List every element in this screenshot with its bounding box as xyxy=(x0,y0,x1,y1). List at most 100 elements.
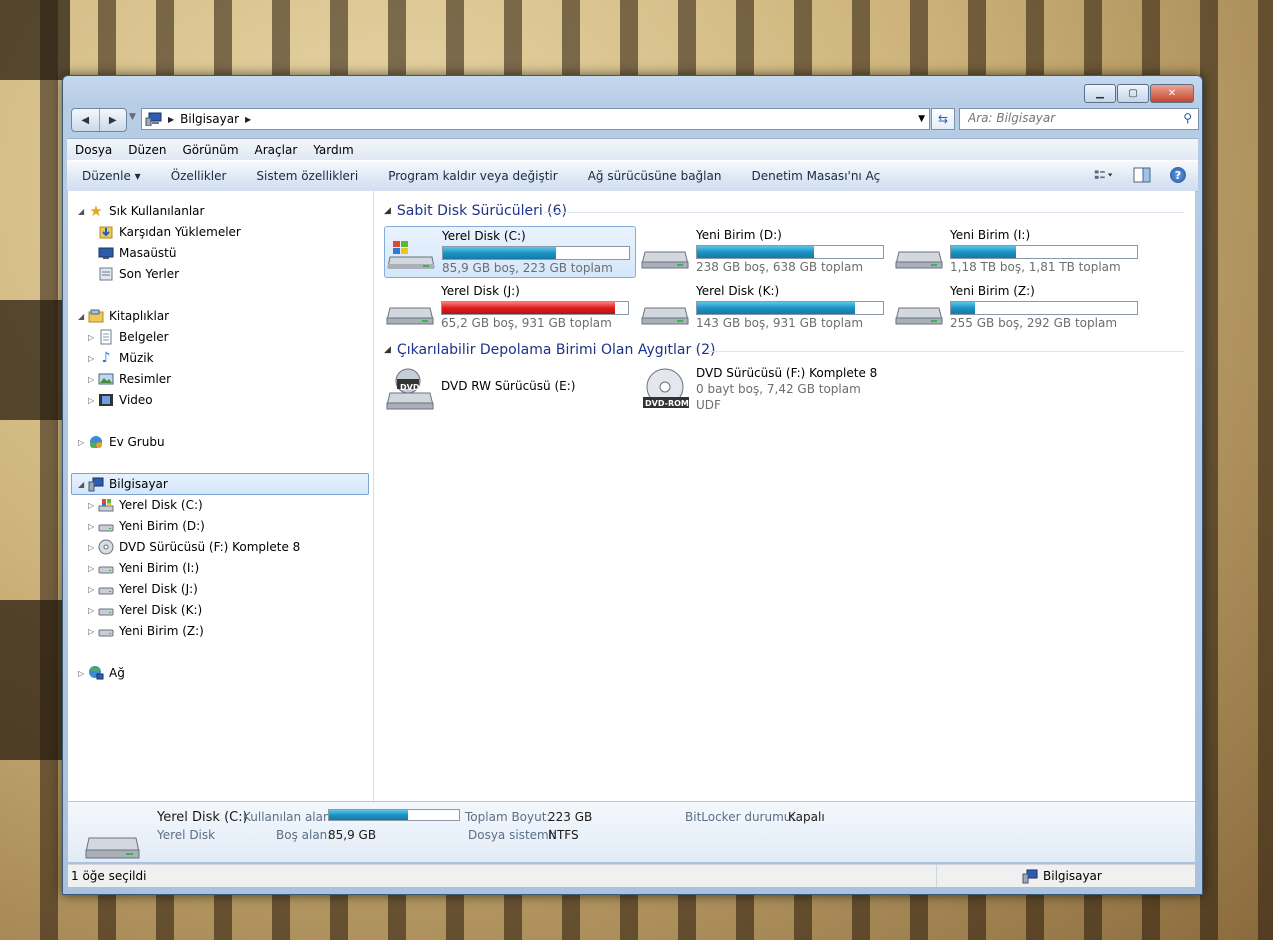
windows-drive-icon xyxy=(98,497,114,513)
back-arrow-icon[interactable]: ◀ xyxy=(72,109,100,131)
drive-f-dvd-rom[interactable]: DVD-ROM DVD Sürücüsü (F:) Komplete 8 0 b… xyxy=(639,363,889,413)
hard-drive-icon xyxy=(98,623,114,639)
help-icon[interactable]: ? xyxy=(1170,167,1186,183)
hard-drive-icon xyxy=(895,251,943,269)
expanded-triangle-icon[interactable]: ◢ xyxy=(384,206,391,216)
documents-icon xyxy=(98,329,114,345)
collapsed-triangle-icon[interactable]: ▷ xyxy=(78,669,88,678)
usage-fill xyxy=(697,302,856,314)
collapsed-triangle-icon[interactable]: ▷ xyxy=(88,543,98,552)
nav-item-drive-z[interactable]: ▷ Yeni Birim (Z:) xyxy=(88,621,204,641)
drive-d[interactable]: Yeni Birim (D:) 238 GB boş, 638 GB topla… xyxy=(639,226,889,276)
nav-item-desktop[interactable]: Masaüstü xyxy=(98,243,176,263)
menu-file[interactable]: Dosya xyxy=(67,143,120,157)
breadcrumb-arrow-icon[interactable]: ▶ xyxy=(168,115,174,124)
group-divider xyxy=(708,351,1184,352)
drive-j[interactable]: Yerel Disk (J:) 65,2 GB boş, 931 GB topl… xyxy=(384,282,634,332)
forward-arrow-icon[interactable]: ▶ xyxy=(100,109,127,131)
usage-bar xyxy=(442,246,630,260)
collapsed-triangle-icon[interactable]: ▷ xyxy=(88,354,98,363)
dvd-rom-badge: DVD-ROM xyxy=(645,399,689,408)
nav-item-drive-f[interactable]: ▷ DVD Sürücüsü (F:) Komplete 8 xyxy=(88,537,300,557)
expanded-triangle-icon[interactable]: ◢ xyxy=(78,207,88,216)
hard-drive-icon xyxy=(85,837,140,859)
map-network-drive-button[interactable]: Ağ sürücüsüne bağlan xyxy=(573,169,737,183)
search-input[interactable] xyxy=(960,109,1168,127)
collapsed-triangle-icon[interactable]: ▷ xyxy=(88,501,98,510)
menu-edit[interactable]: Düzen xyxy=(120,143,174,157)
breadcrumb-arrow-icon[interactable]: ▶ xyxy=(245,115,251,124)
menu-tools[interactable]: Araçlar xyxy=(247,143,306,157)
hard-drive-icon xyxy=(98,602,114,618)
menu-view[interactable]: Görünüm xyxy=(174,143,246,157)
collapsed-triangle-icon[interactable]: ▷ xyxy=(78,438,88,447)
uninstall-program-button[interactable]: Program kaldır veya değiştir xyxy=(373,169,573,183)
collapsed-triangle-icon[interactable]: ▷ xyxy=(88,375,98,384)
open-control-panel-button[interactable]: Denetim Masası'nı Aç xyxy=(736,169,895,183)
nav-network[interactable]: ▷ Ağ xyxy=(78,663,125,683)
nav-item-recent-places[interactable]: Son Yerler xyxy=(98,264,179,284)
nav-item-videos[interactable]: ▷ Video xyxy=(88,390,153,410)
group-title: Sabit Disk Sürücüleri (6) xyxy=(396,203,568,219)
expanded-triangle-icon[interactable]: ◢ xyxy=(78,312,88,321)
breadcrumb-computer[interactable]: Bilgisayar xyxy=(180,112,239,126)
collapsed-triangle-icon[interactable]: ▷ xyxy=(88,396,98,405)
menu-help[interactable]: Yardım xyxy=(305,143,361,157)
search-icon[interactable]: ⚲ xyxy=(1183,111,1192,125)
nav-homegroup[interactable]: ▷ Ev Grubu xyxy=(78,432,165,452)
nav-item-downloads[interactable]: Karşıdan Yüklemeler xyxy=(98,222,241,242)
collapsed-triangle-icon[interactable]: ▷ xyxy=(88,627,98,636)
recent-pages-icon[interactable]: ▼ xyxy=(129,112,136,122)
group-header-removable[interactable]: ◢ Çıkarılabilir Depolama Birimi Olan Ayg… xyxy=(384,342,716,358)
usage-fill xyxy=(951,302,976,314)
change-view-icon[interactable] xyxy=(1094,166,1114,184)
nav-item-drive-k[interactable]: ▷ Yerel Disk (K:) xyxy=(88,600,202,620)
collapsed-triangle-icon[interactable]: ▷ xyxy=(88,606,98,615)
collapsed-triangle-icon[interactable]: ▷ xyxy=(88,333,98,342)
usage-bar xyxy=(441,301,629,315)
nav-label: Kitaplıklar xyxy=(109,309,170,323)
nav-item-drive-d[interactable]: ▷ Yeni Birim (D:) xyxy=(88,516,205,536)
address-bar[interactable]: ▶ Bilgisayar ▶ ▼ xyxy=(141,108,930,130)
drive-name: Yerel Disk (C:) xyxy=(442,229,526,243)
nav-item-drive-i[interactable]: ▷ Yeni Birim (I:) xyxy=(88,558,199,578)
drive-e-dvd-rw[interactable]: DVD DVD RW Sürücüsü (E:) xyxy=(384,363,634,413)
expanded-triangle-icon[interactable]: ◢ xyxy=(78,480,88,489)
nav-item-pictures[interactable]: ▷ Resimler xyxy=(88,369,171,389)
drive-name: Yerel Disk (K:) xyxy=(696,284,780,298)
drive-info: 143 GB boş, 931 GB toplam xyxy=(696,316,864,330)
close-button[interactable]: ✕ xyxy=(1150,84,1194,103)
group-header-hard-drives[interactable]: ◢ Sabit Disk Sürücüleri (6) xyxy=(384,203,567,219)
collapsed-triangle-icon[interactable]: ▷ xyxy=(88,585,98,594)
system-properties-button[interactable]: Sistem özellikleri xyxy=(241,169,373,183)
collapsed-triangle-icon[interactable]: ▷ xyxy=(88,564,98,573)
refresh-icon[interactable]: ⇆ xyxy=(931,108,955,130)
minimize-button[interactable]: ▁ xyxy=(1084,84,1116,103)
preview-pane-icon[interactable] xyxy=(1132,166,1152,184)
detail-subtitle: Yerel Disk xyxy=(157,828,216,842)
nav-favorites[interactable]: ◢ ★ Sık Kullanılanlar xyxy=(78,201,204,221)
drive-z[interactable]: Yeni Birim (Z:) 255 GB boş, 292 GB topla… xyxy=(893,282,1143,332)
organize-button[interactable]: Düzenle ▾ xyxy=(67,169,156,183)
nav-item-drive-j[interactable]: ▷ Yerel Disk (J:) xyxy=(88,579,198,599)
star-icon: ★ xyxy=(89,202,103,220)
homegroup-icon xyxy=(88,434,104,450)
nav-label: Ağ xyxy=(109,666,125,680)
expanded-triangle-icon[interactable]: ◢ xyxy=(384,345,391,355)
nav-libraries[interactable]: ◢ Kitaplıklar xyxy=(78,306,169,326)
chevron-down-icon[interactable]: ▼ xyxy=(918,114,925,124)
nav-item-music[interactable]: ▷ ♪ Müzik xyxy=(88,348,154,368)
nav-label: Yeni Birim (I:) xyxy=(119,561,200,575)
nav-item-documents[interactable]: ▷ Belgeler xyxy=(88,327,169,347)
properties-button[interactable]: Özellikler xyxy=(156,169,242,183)
maximize-button[interactable]: ▢ xyxy=(1117,84,1149,103)
drive-c[interactable]: Yerel Disk (C:) 85,9 GB boş, 223 GB topl… xyxy=(384,226,636,278)
hard-drive-icon xyxy=(895,307,943,325)
collapsed-triangle-icon[interactable]: ▷ xyxy=(88,522,98,531)
drive-name: Yerel Disk (J:) xyxy=(441,284,520,298)
nav-item-drive-c[interactable]: ▷ Yerel Disk (C:) xyxy=(88,495,203,515)
nav-computer[interactable]: ◢ Bilgisayar xyxy=(71,473,369,495)
drive-i[interactable]: Yeni Birim (I:) 1,18 TB boş, 1,81 TB top… xyxy=(893,226,1143,276)
hard-drive-icon xyxy=(641,251,689,269)
drive-k[interactable]: Yerel Disk (K:) 143 GB boş, 931 GB topla… xyxy=(639,282,889,332)
